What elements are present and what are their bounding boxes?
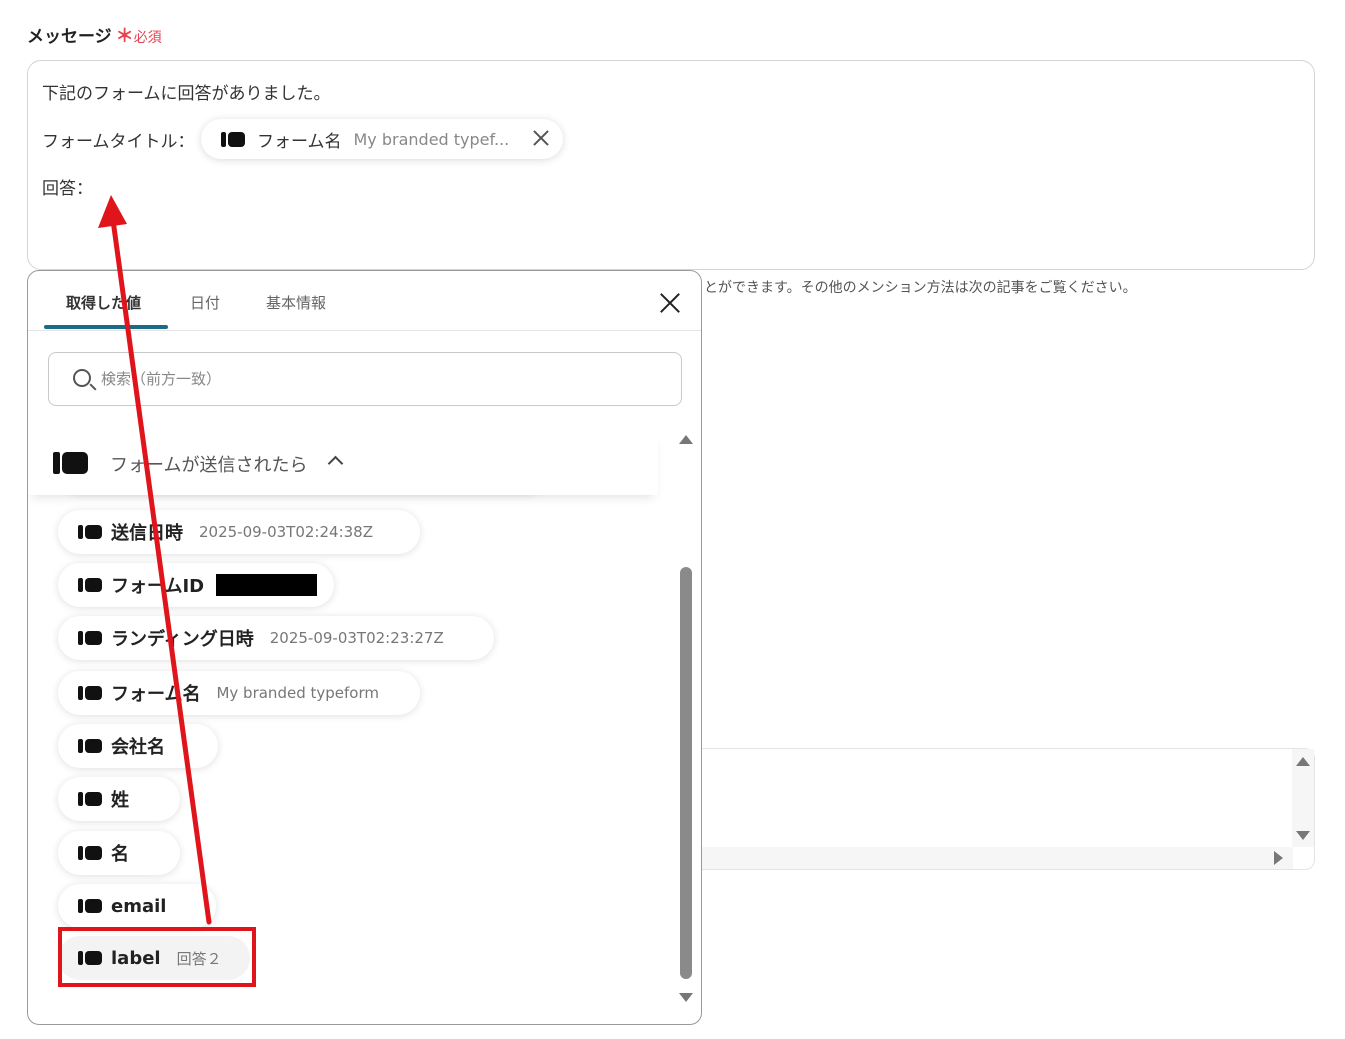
list-item[interactable]: 名 xyxy=(58,831,180,875)
list-item[interactable]: 送信日時 2025-09-03T02:24:38Z xyxy=(58,510,420,554)
picker-scrollbar[interactable] xyxy=(676,427,696,1007)
horizontal-scrollbar[interactable] xyxy=(700,847,1293,869)
form-title-variable-chip[interactable]: フォーム名 My branded typef... xyxy=(201,119,563,159)
scroll-thumb[interactable] xyxy=(680,567,692,979)
item-name: 会社名 xyxy=(111,737,165,758)
item-name: 姓 xyxy=(111,790,129,811)
list-item[interactable]: フォーム名 My branded typeform xyxy=(58,671,420,715)
list-item[interactable]: フォームID xyxy=(58,563,334,607)
scroll-right-icon[interactable] xyxy=(1274,851,1283,865)
group-title: フォームが送信されたら xyxy=(110,455,308,476)
typeform-logo-icon xyxy=(78,792,102,806)
message-field-label: メッセージ ＊必須 xyxy=(27,22,162,48)
tab-acquired-values[interactable]: 取得した値 xyxy=(66,292,141,313)
typeform-logo-icon xyxy=(78,631,102,645)
annotation-highlight-box xyxy=(58,927,256,987)
item-name: フォーム名 xyxy=(111,684,201,705)
typeform-logo-icon xyxy=(78,899,102,913)
message-line-2: フォームタイトル： xyxy=(42,132,195,152)
typeform-logo-icon xyxy=(78,525,102,539)
typeform-logo-icon xyxy=(78,686,102,700)
background-textarea[interactable] xyxy=(700,748,1315,870)
tab-basic-info[interactable]: 基本情報 xyxy=(266,292,326,313)
search-icon xyxy=(73,369,91,387)
vertical-scrollbar[interactable] xyxy=(1292,749,1314,847)
chip-variable-value: My branded typef... xyxy=(353,129,510,149)
item-name: フォームID xyxy=(111,576,205,597)
picker-tabs: 取得した値 日付 基本情報 xyxy=(28,271,701,331)
item-value: 2025-09-03T02:24:38Z xyxy=(199,523,373,541)
message-label-text: メッセージ xyxy=(27,27,112,47)
item-value: My branded typeform xyxy=(216,684,379,702)
search-box[interactable] xyxy=(48,352,682,406)
message-textarea[interactable]: 下記のフォームに回答がありました。 フォームタイトル： フォーム名 My bra… xyxy=(27,60,1315,270)
tab-date[interactable]: 日付 xyxy=(190,292,220,313)
chip-variable-name: フォーム名 xyxy=(257,131,342,152)
item-name: 送信日時 xyxy=(111,523,183,544)
message-line-1: 下記のフォームに回答がありました。 xyxy=(42,84,331,104)
scroll-down-icon[interactable] xyxy=(1296,831,1310,840)
variable-picker-popover: 取得した値 日付 基本情報 フォームが送信されたら 送信日時 2025-09-0… xyxy=(27,270,702,1025)
list-item[interactable]: 会社名 xyxy=(58,724,218,768)
close-icon[interactable] xyxy=(658,291,682,315)
typeform-logo-icon xyxy=(221,131,245,147)
required-badge: 必須 xyxy=(133,30,162,46)
list-item[interactable]: 姓 xyxy=(58,777,180,821)
typeform-logo-icon xyxy=(78,846,102,860)
list-item[interactable]: ランディング日時 2025-09-03T02:23:27Z xyxy=(58,616,494,660)
chip-remove-icon[interactable] xyxy=(531,128,551,148)
active-tab-indicator xyxy=(44,325,168,329)
list-item[interactable]: email xyxy=(58,884,216,928)
redacted-value xyxy=(216,574,318,596)
search-input[interactable] xyxy=(101,367,661,391)
scroll-down-icon[interactable] xyxy=(679,993,693,1002)
chevron-up-icon[interactable] xyxy=(327,455,344,472)
scroll-up-icon[interactable] xyxy=(1296,757,1310,766)
item-name: ランディング日時 xyxy=(111,629,254,650)
scroll-up-icon[interactable] xyxy=(679,435,693,444)
message-line-3: 回答： xyxy=(42,179,93,199)
typeform-logo-icon xyxy=(78,739,102,753)
typeform-logo-icon xyxy=(53,452,88,474)
helper-text: とができます。その他のメンション方法は次の記事をご覧ください。 xyxy=(704,280,1137,296)
group-header-form-submitted[interactable]: フォームが送信されたら xyxy=(28,431,658,495)
typeform-logo-icon xyxy=(78,578,102,592)
item-name: 名 xyxy=(111,844,129,865)
item-value: 2025-09-03T02:23:27Z xyxy=(269,629,444,647)
required-star: ＊ xyxy=(115,26,134,47)
item-name: email xyxy=(111,895,167,917)
